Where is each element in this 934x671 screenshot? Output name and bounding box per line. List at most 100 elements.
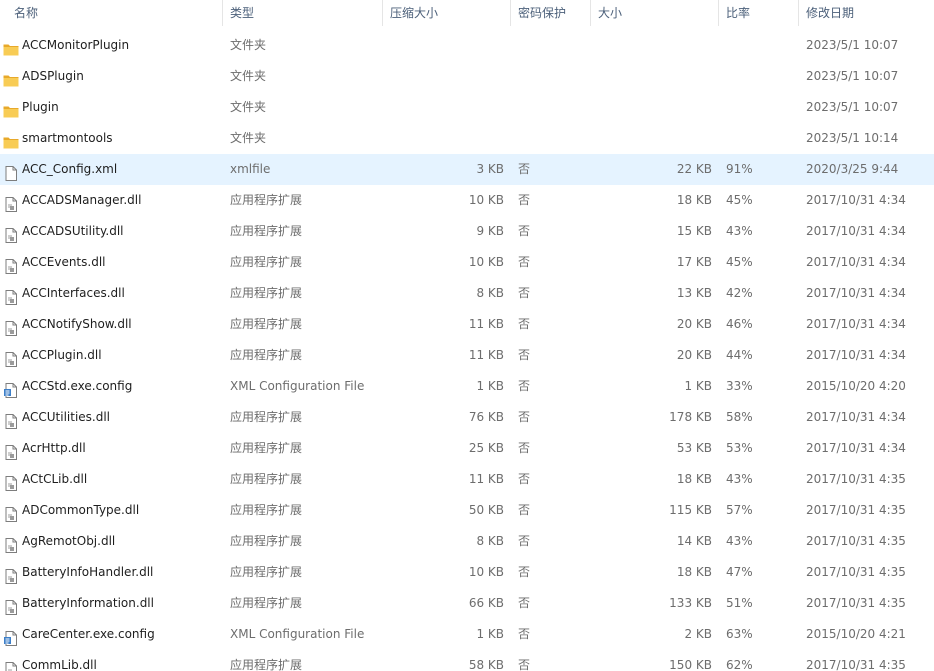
column-header-encrypted[interactable]: 密码保护 — [514, 0, 590, 26]
column-header-size[interactable]: 大小 — [594, 0, 718, 26]
column-divider[interactable] — [510, 0, 511, 26]
file-row[interactable]: ADCommonType.dll 应用程序扩展 50 KB 否 115 KB 57% 201… — [0, 495, 934, 526]
file-row[interactable]: ACtCLib.dll 应用程序扩展 11 KB 否 18 KB 43% 2017/10/3… — [0, 464, 934, 495]
file-modified-date: 2023/5/1 10:14 — [806, 131, 899, 145]
file-row[interactable]: ACCEvents.dll 应用程序扩展 10 KB 否 17 KB 45% 2017/10… — [0, 247, 934, 278]
file-row[interactable]: ACCUtilities.dll 应用程序扩展 76 KB 否 178 KB 58% 201… — [0, 402, 934, 433]
file-name-cell[interactable]: AcrHttp.dll — [0, 433, 222, 464]
file-name-cell[interactable]: CareCenter.exe.config — [0, 619, 222, 650]
file-encrypted: 否 — [518, 534, 531, 548]
file-name-cell[interactable]: ADSPlugin — [0, 61, 222, 92]
file-size: 115 KB — [669, 503, 712, 517]
file-name-cell[interactable]: ACCMonitorPlugin — [0, 30, 222, 61]
file-compressed-size: 8 KB — [476, 286, 504, 300]
file-ratio: 43% — [726, 224, 753, 238]
file-modified-date: 2015/10/20 4:21 — [806, 627, 906, 641]
file-row[interactable]: BatteryInformation.dll 应用程序扩展 66 KB 否 133 KB… — [0, 588, 934, 619]
file-row[interactable]: ACCInterfaces.dll 应用程序扩展 8 KB 否 13 KB 42% 2017… — [0, 278, 934, 309]
file-row[interactable]: smartmontools 文件夹 2023/5/1 10:14 — [0, 123, 934, 154]
file-ratio: 45% — [726, 255, 753, 269]
file-type: 文件夹 — [230, 131, 267, 145]
file-name-cell[interactable]: ADCommonType.dll — [0, 495, 222, 526]
column-divider[interactable] — [382, 0, 383, 26]
file-compressed-size: 10 KB — [468, 255, 504, 269]
sort-ascending-icon: ⌃ — [112, 0, 122, 8]
column-header-ratio-label: 比率 — [726, 6, 751, 20]
file-modified-date: 2020/3/25 9:44 — [806, 162, 899, 176]
column-divider[interactable] — [718, 0, 719, 26]
file-name-cell[interactable]: ACCNotifyShow.dll — [0, 309, 222, 340]
file-name-cell[interactable]: Plugin — [0, 92, 222, 123]
dll-file-icon — [3, 410, 19, 429]
file-size: 20 KB — [676, 348, 712, 362]
column-divider[interactable] — [590, 0, 591, 26]
folder-icon — [3, 69, 19, 87]
file-name-cell[interactable]: ACCPlugin.dll — [0, 340, 222, 371]
file-encrypted: 否 — [518, 472, 531, 486]
file-row[interactable]: ACC_Config.xml xmlfile 3 KB 否 22 KB 91% 2020/3… — [0, 154, 934, 185]
file-row[interactable]: AcrHttp.dll 应用程序扩展 25 KB 否 53 KB 53% 2017/10/3… — [0, 433, 934, 464]
file-row[interactable]: ACCStd.exe.config XML Configuration File 1… — [0, 371, 934, 402]
dll-file-icon — [3, 565, 19, 584]
file-row[interactable]: AgRemotObj.dll 应用程序扩展 8 KB 否 14 KB 43% 2017/10… — [0, 526, 934, 557]
file-name: smartmontools — [22, 131, 113, 145]
file-name: ADCommonType.dll — [22, 503, 140, 517]
file-row[interactable]: ADSPlugin 文件夹 2023/5/1 10:07 — [0, 61, 934, 92]
column-header-type[interactable]: 类型 — [226, 0, 382, 26]
column-divider[interactable] — [798, 0, 799, 26]
file-row[interactable]: ACCMonitorPlugin 文件夹 2023/5/1 10:07 — [0, 30, 934, 61]
file-name-cell[interactable]: AgRemotObj.dll — [0, 526, 222, 557]
config-file-icon — [3, 379, 19, 398]
file-compressed-size: 25 KB — [468, 441, 504, 455]
file-name: Plugin — [22, 100, 59, 114]
dll-file-icon — [3, 317, 19, 336]
file-type: xmlfile — [230, 162, 271, 176]
file-name: BatteryInformation.dll — [22, 596, 154, 610]
file-row[interactable]: ACCADSManager.dll 应用程序扩展 10 KB 否 18 KB 45% 201… — [0, 185, 934, 216]
file-name-cell[interactable]: ACCInterfaces.dll — [0, 278, 222, 309]
file-name-cell[interactable]: BatteryInfoHandler.dll — [0, 557, 222, 588]
file-size: 20 KB — [676, 317, 712, 331]
file-row[interactable]: ACCPlugin.dll 应用程序扩展 11 KB 否 20 KB 44% 2017/10… — [0, 340, 934, 371]
file-name: ACtCLib.dll — [22, 472, 88, 486]
file-name-cell[interactable]: ACCStd.exe.config — [0, 371, 222, 402]
column-header-ratio[interactable]: 比率 — [722, 0, 798, 26]
file-compressed-size — [386, 30, 504, 61]
file-name-cell[interactable]: CommLib.dll — [0, 650, 222, 671]
file-name-cell[interactable]: ACCUtilities.dll — [0, 402, 222, 433]
file-row[interactable]: CommLib.dll 应用程序扩展 58 KB 否 150 KB 62% 2017/10/… — [0, 650, 934, 671]
file-ratio: 51% — [726, 596, 753, 610]
column-header-modified[interactable]: 修改日期 — [802, 0, 934, 26]
file-row[interactable]: ACCADSUtility.dll 应用程序扩展 9 KB 否 15 KB 43% 2017… — [0, 216, 934, 247]
file-name-cell[interactable]: BatteryInformation.dll — [0, 588, 222, 619]
file-ratio: 53% — [726, 441, 753, 455]
file-size: 1 KB — [684, 379, 712, 393]
file-compressed-size: 11 KB — [468, 317, 504, 331]
file-name-cell[interactable]: ACCADSManager.dll — [0, 185, 222, 216]
file-name-cell[interactable]: ACCEvents.dll — [0, 247, 222, 278]
column-header-compressed-size[interactable]: 压缩大小 — [386, 0, 510, 26]
file-row[interactable]: CareCenter.exe.config XML Configuration F… — [0, 619, 934, 650]
file-type: 应用程序扩展 — [230, 193, 303, 207]
file-name: ACCPlugin.dll — [22, 348, 102, 362]
file-name: ACCADSUtility.dll — [22, 224, 124, 238]
file-modified-date: 2017/10/31 4:34 — [806, 441, 906, 455]
file-modified-date: 2017/10/31 4:35 — [806, 534, 906, 548]
dll-file-icon — [3, 255, 19, 274]
file-encrypted: 否 — [518, 441, 531, 455]
file-encrypted: 否 — [518, 224, 531, 238]
file-row[interactable]: ACCNotifyShow.dll 应用程序扩展 11 KB 否 20 KB 46% 201… — [0, 309, 934, 340]
file-size: 150 KB — [669, 658, 712, 671]
file-name-cell[interactable]: ACC_Config.xml — [0, 154, 222, 185]
file-name-cell[interactable]: smartmontools — [0, 123, 222, 154]
column-divider[interactable] — [222, 0, 223, 26]
file-row[interactable]: BatteryInfoHandler.dll 应用程序扩展 10 KB 否 18 KB 4… — [0, 557, 934, 588]
file-encrypted: 否 — [518, 379, 531, 393]
dll-file-icon — [3, 503, 19, 522]
file-name-cell[interactable]: ACCADSUtility.dll — [0, 216, 222, 247]
file-row[interactable]: Plugin 文件夹 2023/5/1 10:07 — [0, 92, 934, 123]
file-name-cell[interactable]: ACtCLib.dll — [0, 464, 222, 495]
file-name: ACCStd.exe.config — [22, 379, 133, 393]
dll-file-icon — [3, 534, 19, 553]
file-size: 13 KB — [676, 286, 712, 300]
